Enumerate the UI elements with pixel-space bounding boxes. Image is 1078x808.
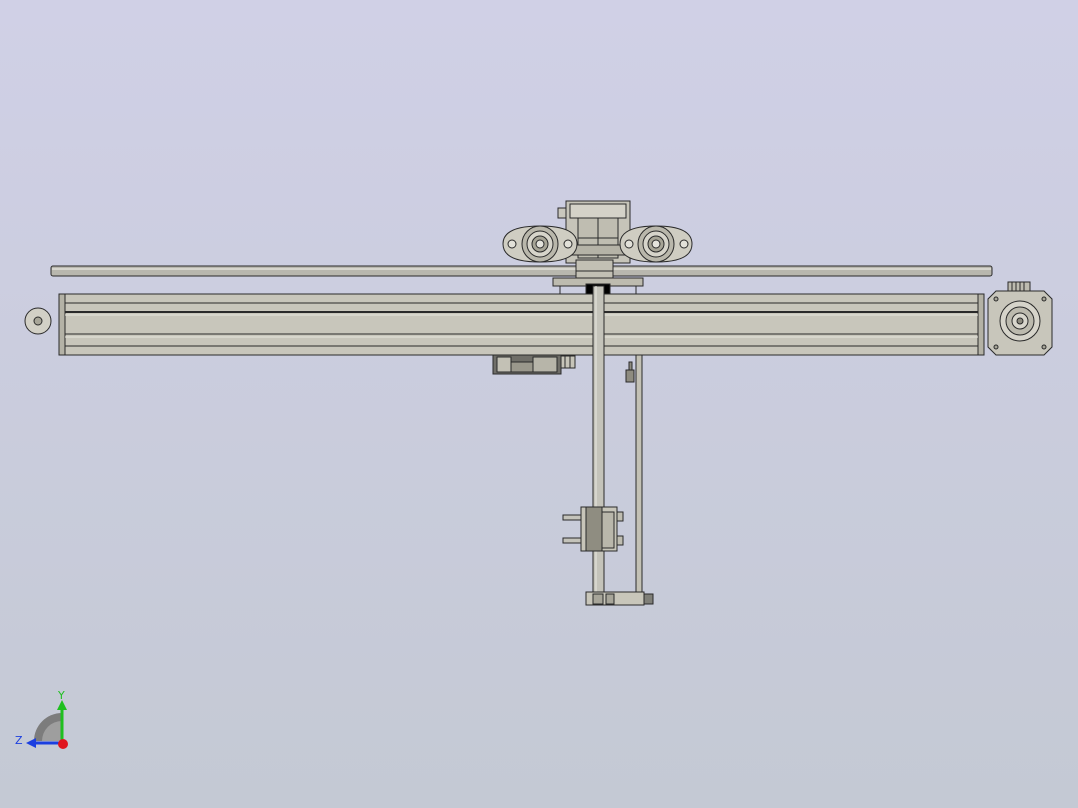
left-flange-bearing xyxy=(502,225,578,263)
triad-y-label: Y xyxy=(57,689,65,702)
carriage-lower-bracket xyxy=(492,354,576,375)
end-idler-pulley xyxy=(24,307,52,335)
orientation-triad[interactable]: Y Z xyxy=(15,689,68,749)
z-axis-bottom-plate xyxy=(585,591,654,606)
right-flange-bearing xyxy=(619,225,693,263)
guide-rod xyxy=(50,265,993,277)
lead-screw-nut-block xyxy=(562,506,624,552)
bearing-carriage-assembly xyxy=(502,200,693,264)
triad-z-label: Z xyxy=(15,734,23,747)
linear-actuator-profile xyxy=(58,293,985,356)
x-axis-dot-icon xyxy=(58,739,68,749)
stepper-motor xyxy=(987,281,1053,356)
cad-viewport[interactable]: Y Z xyxy=(0,0,1078,808)
z-axis-side-rail xyxy=(625,354,643,602)
